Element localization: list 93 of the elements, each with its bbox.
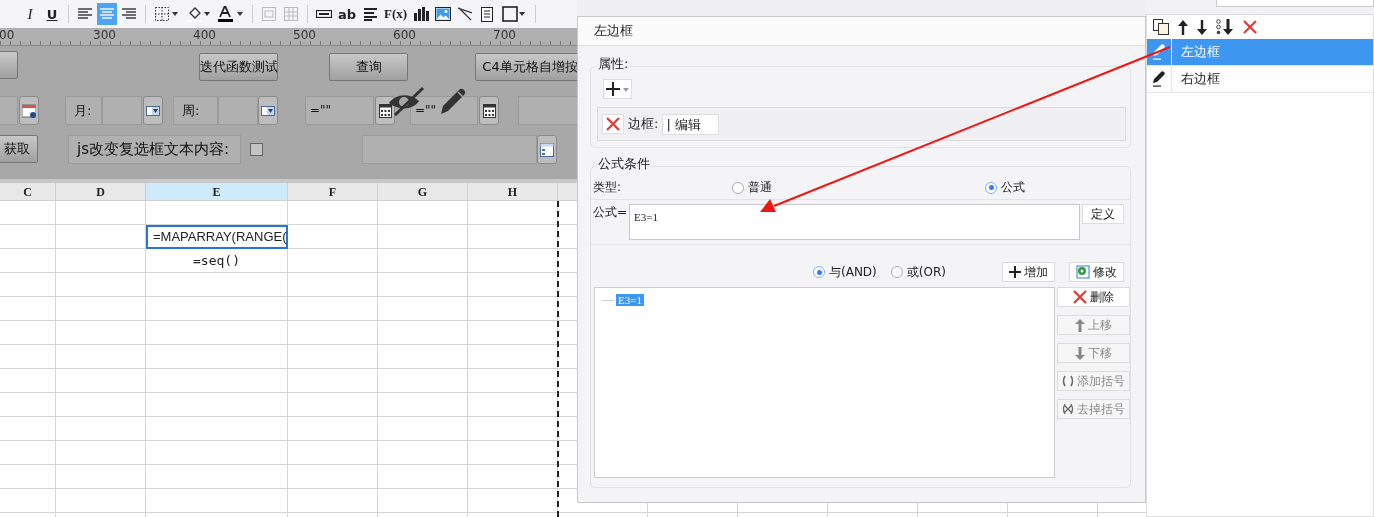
dropdown-field[interactable] (218, 96, 258, 125)
image-icon (435, 7, 452, 21)
dropdown-button[interactable] (258, 96, 278, 125)
italic-button[interactable]: I (20, 3, 40, 25)
align-center-icon (100, 8, 114, 20)
move-up-icon[interactable] (1178, 19, 1188, 35)
column-header[interactable]: F (288, 183, 378, 201)
align-right-icon (122, 8, 136, 20)
text-field-icon (316, 10, 332, 18)
form-button[interactable]: 迭代函数测试 (199, 53, 278, 81)
paragraph-icon (363, 7, 377, 21)
ruler-label: 300 (93, 28, 116, 42)
column-header[interactable]: C (0, 183, 56, 201)
calendar-icon (378, 103, 392, 118)
item-label: 左边框 (1180, 43, 1220, 61)
delete-icon[interactable] (1243, 20, 1257, 34)
plus-icon (1009, 266, 1021, 278)
ruler-label: 00 (0, 28, 15, 42)
property-label: 边框: (628, 115, 659, 133)
section-title: 属性: (596, 56, 631, 72)
define-button[interactable]: 定义 (1082, 204, 1124, 224)
section-title: 公式条件 (596, 156, 652, 172)
property-value-field[interactable]: | 编辑 (662, 113, 720, 135)
column-header[interactable]: E (146, 183, 288, 201)
type-radio[interactable]: 公式 (985, 179, 1025, 196)
calendar-button[interactable] (375, 96, 395, 125)
merge-cells-icon (262, 7, 276, 21)
fetch-button[interactable]: 获取 (0, 135, 38, 163)
type-radio[interactable]: 普通 (732, 179, 772, 196)
bar-chart-icon (413, 7, 429, 21)
list-icon (540, 142, 554, 157)
logic-radio[interactable]: 与(AND) (813, 263, 877, 281)
gear-icon (1076, 265, 1090, 279)
document-icon (481, 6, 494, 22)
add-button[interactable]: 增加 (1002, 262, 1055, 282)
brackets-icon (1062, 375, 1074, 387)
dropdown-icon (261, 105, 275, 116)
font-color-icon (218, 6, 244, 22)
ruler-label: 600 (393, 28, 416, 42)
underline-button[interactable]: U (42, 3, 62, 25)
list-button[interactable] (537, 135, 557, 164)
text-widget-button[interactable]: ab (336, 3, 359, 25)
square-icon (502, 6, 527, 22)
input-field[interactable] (1216, 0, 1374, 7)
formula-input[interactable]: E3=1 (629, 204, 1080, 240)
field-label: 周: (173, 96, 218, 125)
modify-button[interactable]: 修改 (1069, 262, 1124, 282)
remove-brackets-icon (1062, 403, 1074, 415)
add-property-button[interactable] (603, 79, 632, 99)
grid-icon (284, 7, 298, 21)
calendar-icon (482, 103, 496, 118)
condition-list-item[interactable]: 右边框 (1147, 66, 1373, 93)
column-header[interactable]: G (378, 183, 468, 201)
formula-field[interactable]: ="" (305, 96, 374, 125)
delete-button[interactable]: 删除 (1057, 287, 1130, 307)
copy-icon[interactable] (1153, 19, 1169, 35)
delete-property-button[interactable] (602, 114, 624, 134)
dropdown-icon (146, 105, 160, 116)
move-down-icon[interactable] (1197, 19, 1207, 35)
arrow-up-icon (1075, 318, 1085, 332)
ruler-label: 400 (193, 28, 216, 42)
ruler-label: 500 (293, 28, 316, 42)
move-to-bottom-icon[interactable] (1216, 19, 1234, 35)
input-field[interactable] (362, 135, 537, 164)
arrow-down-icon (1075, 346, 1085, 360)
column-header[interactable]: D (56, 183, 146, 201)
align-left-icon (78, 8, 92, 20)
paint-bucket-icon (187, 6, 211, 22)
form-button[interactable]: 查询 (329, 53, 408, 81)
field-label: 月: (65, 96, 102, 125)
dropdown-button[interactable] (143, 96, 163, 125)
calendar-icon (22, 103, 36, 118)
plus-icon (605, 82, 630, 96)
table-cell[interactable]: =MAPARRAY(RANGE( (146, 225, 288, 249)
ruler-label: 700 (493, 28, 516, 42)
line-icon (458, 7, 473, 21)
column-header[interactable]: H (468, 183, 558, 201)
delete-icon (1073, 290, 1087, 304)
border-icon (155, 7, 179, 21)
logic-radio[interactable]: 或(OR) (890, 263, 946, 281)
date-field[interactable] (0, 96, 18, 125)
checkbox[interactable] (250, 143, 263, 156)
font-color-button[interactable] (216, 3, 246, 25)
dialog-title: 左边框 (578, 17, 1145, 46)
delete-icon (606, 117, 620, 131)
type-label: 类型: (593, 179, 622, 196)
formula-label: 公式= (593, 204, 628, 221)
calendar-button[interactable] (479, 96, 499, 125)
checkbox-label: js改变复选框文本内容: (68, 135, 241, 164)
item-label: 右边框 (1180, 70, 1220, 88)
dropdown-field[interactable] (102, 96, 142, 125)
formula-button[interactable]: F(x) (382, 3, 410, 25)
calendar-button[interactable] (19, 96, 39, 125)
